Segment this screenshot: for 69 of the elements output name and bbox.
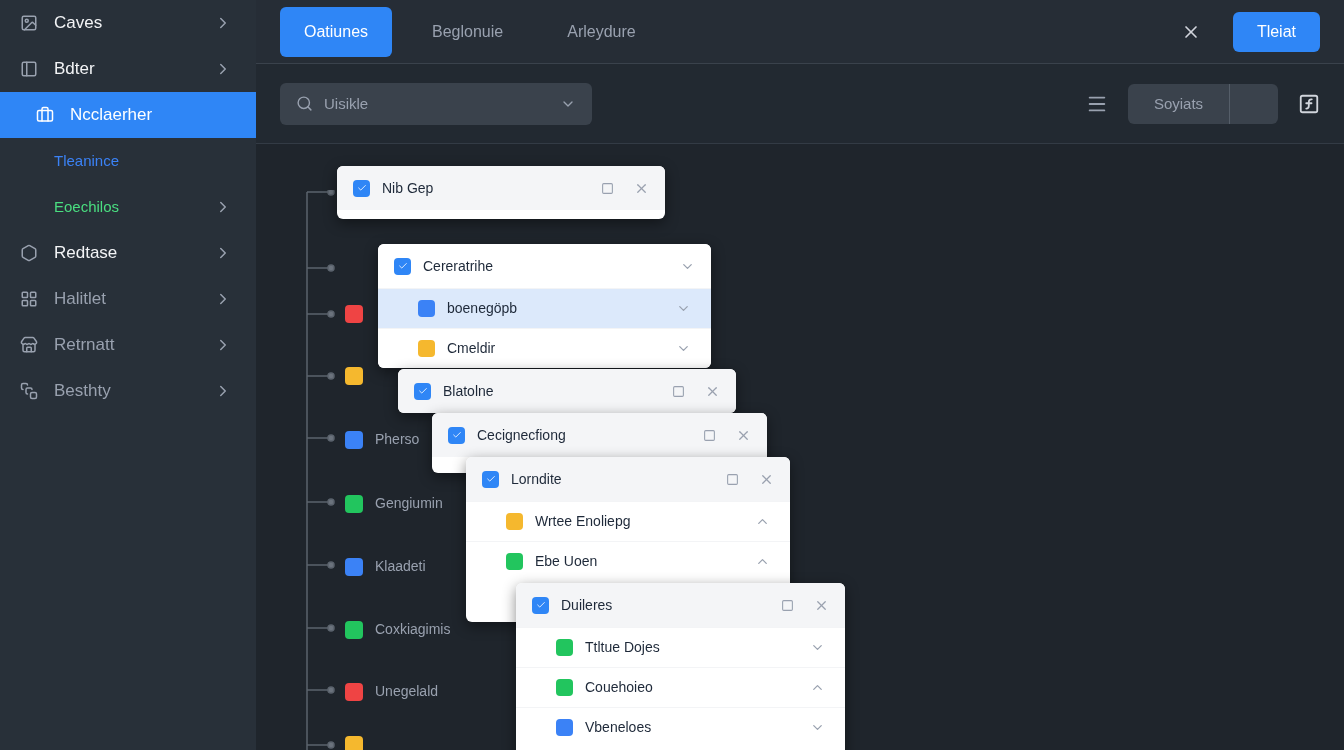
tab[interactable]: Beglonuie <box>408 6 528 57</box>
card-title: Nib Gep <box>382 178 435 198</box>
maximize-icon[interactable] <box>781 598 794 612</box>
tree-label: Pherso <box>375 430 420 449</box>
item-icon <box>20 244 38 262</box>
maximize-icon[interactable] <box>726 472 739 486</box>
card-icon <box>353 179 370 197</box>
card-title: Lorndite <box>511 469 563 489</box>
search-field[interactable]: Uisikle <box>280 82 592 125</box>
item-label: Retrnatt <box>54 334 116 357</box>
item-icon <box>36 106 54 124</box>
tree-label: Gengiumin <box>375 494 443 513</box>
row-label: boenegöpb <box>447 299 519 318</box>
primary-button[interactable]: Tleiat <box>1232 11 1320 52</box>
tree-label: Klaadeti <box>375 557 426 576</box>
item-icon <box>20 60 38 78</box>
sidebar-item[interactable]: Bdter <box>0 46 256 92</box>
card-title: Duileres <box>561 595 614 615</box>
row-label: Ttltue Dojes <box>585 638 661 657</box>
maximize-icon[interactable] <box>672 384 685 398</box>
tab[interactable]: Oatiunes <box>280 6 393 57</box>
sidebar-item[interactable]: Ncclaerher <box>0 92 256 138</box>
row-label: Cmeldir <box>447 339 497 358</box>
item-icon <box>20 14 38 32</box>
item-label: Bdter <box>54 58 96 81</box>
sidebar-item[interactable]: Retrnatt <box>0 322 256 368</box>
item-label: Besthty <box>54 380 112 403</box>
card-icon <box>394 257 411 275</box>
item-label: Eoechilos <box>54 196 121 217</box>
sidebar-item[interactable]: Redtase <box>0 230 256 276</box>
item-icon <box>20 382 38 400</box>
search-icon <box>296 94 313 112</box>
row-label: Couehoieo <box>585 678 654 697</box>
sidebar-item[interactable]: Tleanince <box>0 138 256 184</box>
card-row[interactable]: Ebe Uoen <box>466 541 790 581</box>
function-icon[interactable] <box>1298 92 1320 115</box>
tree-label: Unegelald <box>375 682 439 701</box>
card-title: Blatolne <box>443 381 495 401</box>
card-row[interactable]: Ttltue Dojes <box>516 627 845 667</box>
sidebar-item[interactable]: Caves <box>0 0 256 46</box>
item-icon <box>20 290 38 308</box>
card-row[interactable]: Vbeneloes <box>516 707 845 747</box>
tab[interactable]: Arleydure <box>543 6 660 57</box>
card-title: Cereratrihe <box>423 256 495 276</box>
maximize-icon[interactable] <box>703 428 716 442</box>
card-row[interactable]: Wrtee Enoliepg <box>466 501 790 541</box>
item-label: Caves <box>54 12 104 35</box>
item-icon <box>20 336 38 354</box>
card-row[interactable]: Cmeldir <box>378 328 711 368</box>
row-label: Ebe Uoen <box>535 552 599 571</box>
sidebar-item[interactable]: Eoechilos <box>0 184 256 230</box>
item-label: Redtase <box>54 242 119 265</box>
segment-button[interactable]: Soyiats <box>1128 83 1278 124</box>
sidebar-item[interactable]: Besthty <box>0 368 256 414</box>
card-row[interactable]: Couehoieo <box>516 667 845 707</box>
item-label: Halitlet <box>54 288 107 311</box>
card-icon <box>448 426 465 444</box>
maximize-icon[interactable] <box>601 181 614 195</box>
tree-label: Coxkiagimis <box>375 620 451 639</box>
card-icon <box>482 470 499 488</box>
card-row[interactable]: boenegöpb <box>378 288 711 328</box>
row-label: Wrtee Enoliepg <box>535 512 632 531</box>
row-label: Vbeneloes <box>585 718 653 737</box>
item-label: Ncclaerher <box>70 104 154 127</box>
card-title: Cecignecfiong <box>477 425 567 445</box>
card-icon <box>532 596 549 614</box>
item-label: Tleanince <box>54 150 121 171</box>
card-icon <box>414 382 431 400</box>
sidebar-item[interactable]: Halitlet <box>0 276 256 322</box>
